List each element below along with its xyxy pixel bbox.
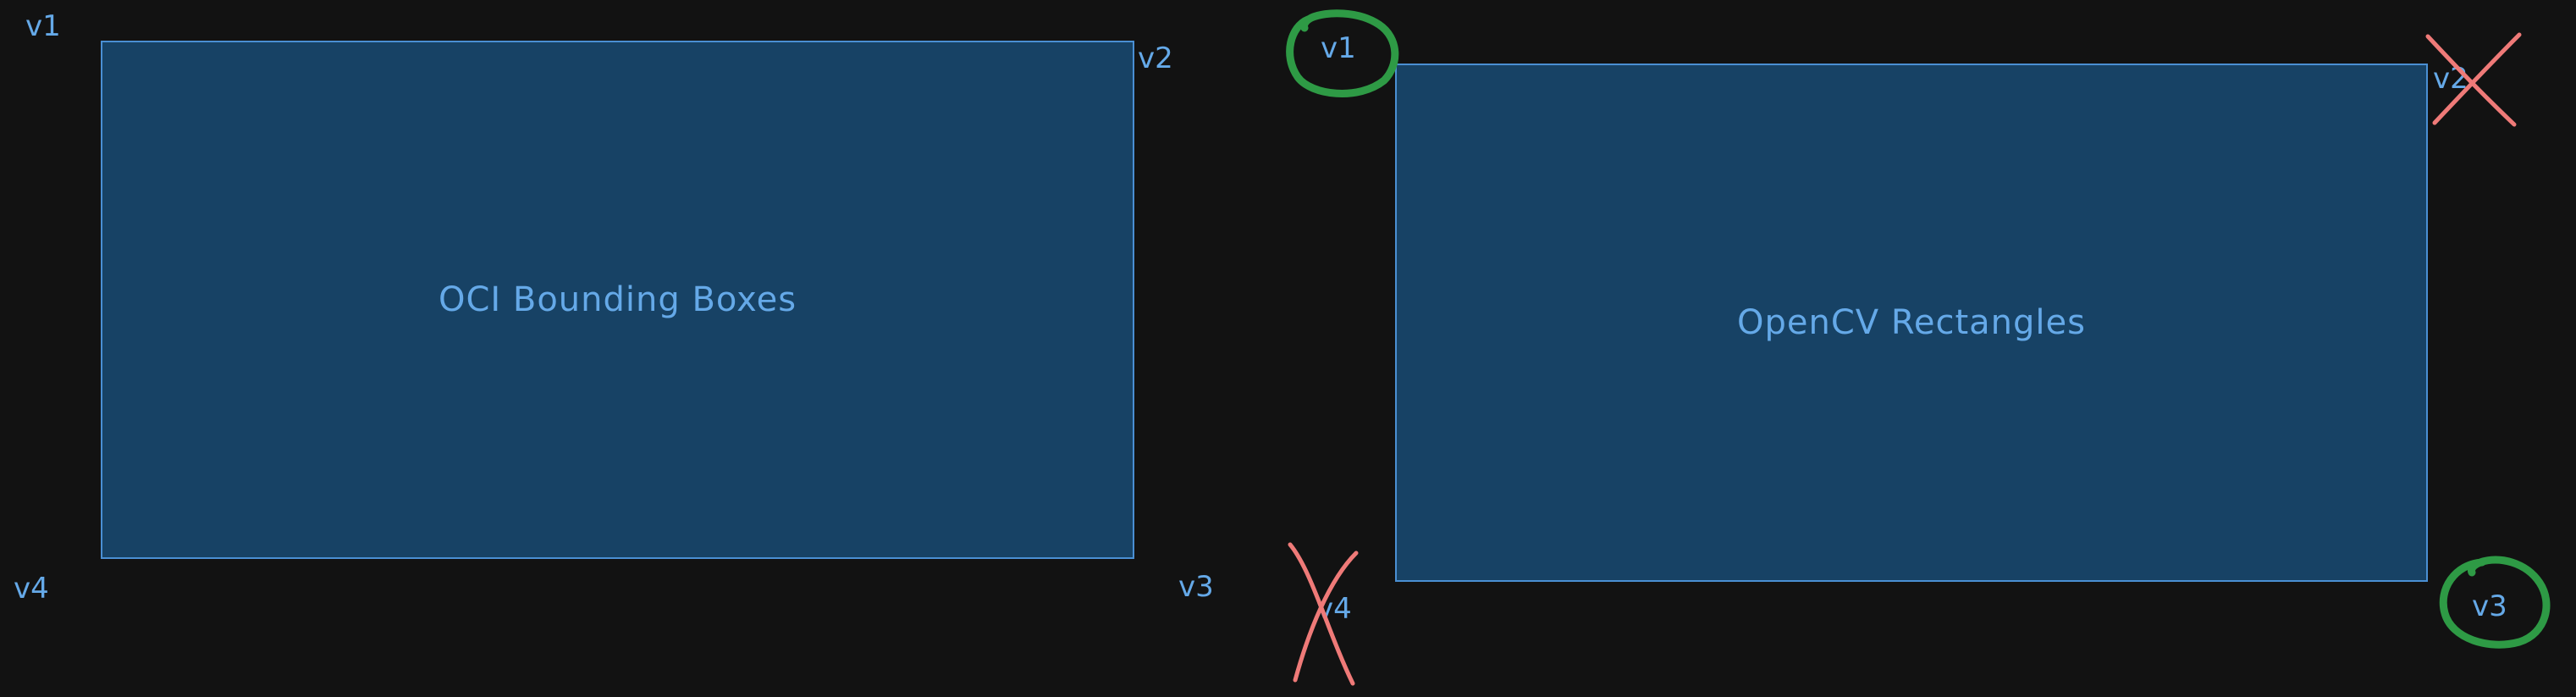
opencv-box-title: OpenCV Rectangles	[1737, 303, 2086, 342]
oci-vertex-v2-label: v2	[1138, 41, 1173, 75]
keep-circle-icon-v1	[1286, 9, 1399, 97]
reject-cross-icon-v4	[1288, 542, 1359, 686]
oci-bounding-box-rect: OCI Bounding Boxes	[101, 41, 1134, 559]
oci-box-title: OCI Bounding Boxes	[438, 280, 797, 319]
oci-vertex-v4-label: v4	[14, 572, 49, 606]
oci-vertex-v3-label: v3	[1178, 570, 1214, 604]
diagram-canvas: OCI Bounding Boxes v1 v2 v3 v4 OpenCV Re…	[0, 0, 2576, 697]
keep-circle-icon-v3	[2439, 556, 2551, 649]
oci-vertex-v1-label: v1	[25, 9, 61, 43]
reject-cross-icon-v2	[2425, 32, 2522, 127]
opencv-rectangle-rect: OpenCV Rectangles	[1395, 64, 2428, 582]
